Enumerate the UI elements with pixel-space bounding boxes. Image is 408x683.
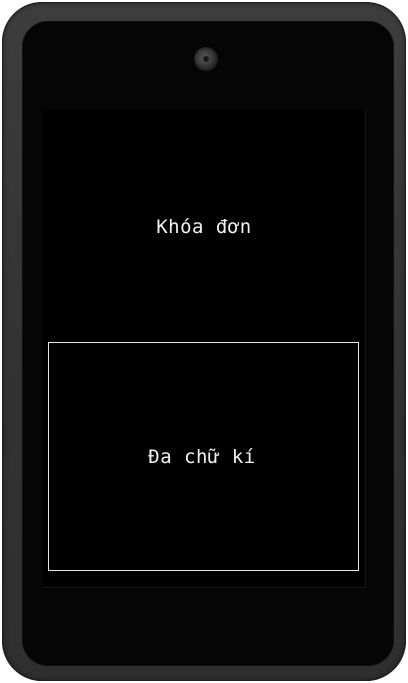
camera-lens	[203, 56, 209, 62]
signature-pad[interactable]	[48, 342, 359, 571]
camera-icon	[195, 48, 217, 70]
lock-order-label: Khóa đơn	[156, 216, 252, 238]
